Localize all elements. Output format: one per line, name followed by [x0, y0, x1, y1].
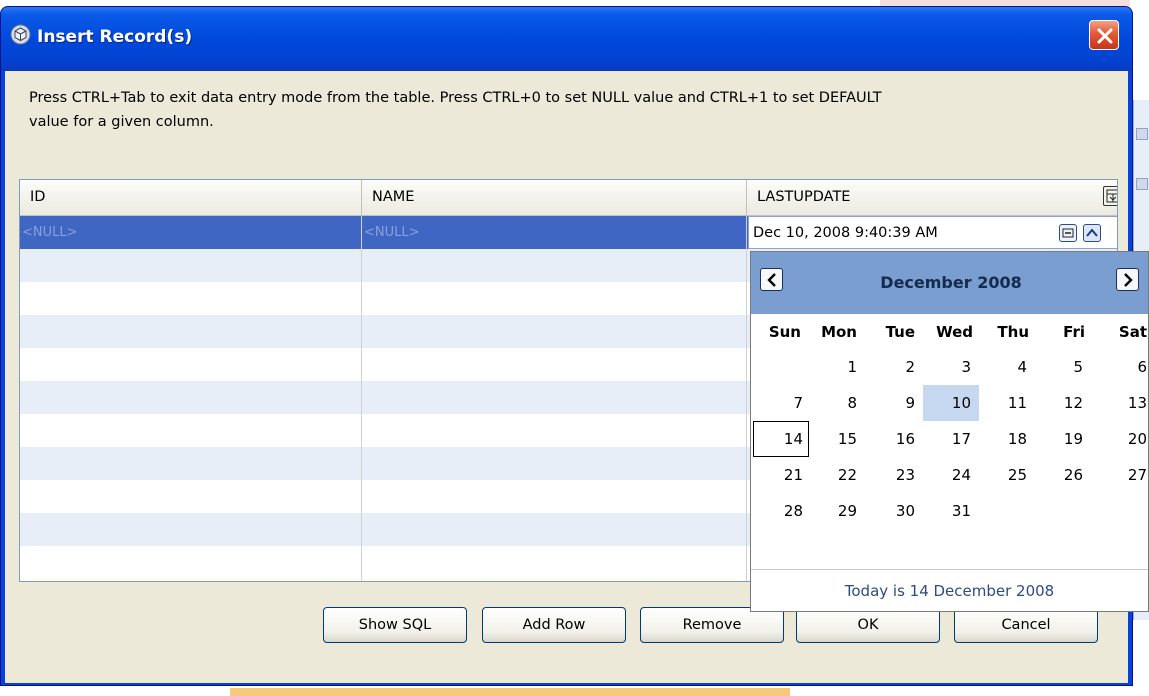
calendar-day[interactable]: 22 — [809, 457, 857, 493]
calendar-day[interactable]: 26 — [1035, 457, 1083, 493]
lastupdate-date-editor[interactable]: Dec 10, 2008 9:40:39 AM — [748, 216, 1117, 250]
background-cell — [1136, 128, 1148, 140]
calendar-day[interactable]: 3 — [923, 349, 971, 385]
calendar-day[interactable]: 12 — [1035, 385, 1083, 421]
calendar-day[interactable]: 23 — [867, 457, 915, 493]
calendar-day[interactable]: 4 — [979, 349, 1027, 385]
close-icon — [1097, 28, 1113, 44]
instruction-line: value for a given column. — [29, 114, 214, 130]
database-cube-icon — [10, 24, 31, 45]
minus-box-icon — [1062, 228, 1074, 238]
calendar-day[interactable]: 17 — [923, 421, 971, 457]
column-header-name[interactable]: NAME — [362, 180, 747, 215]
calendar-day[interactable]: 9 — [867, 385, 915, 421]
add-row-button[interactable]: Add Row — [482, 607, 626, 643]
background-taskbar-edge — [230, 688, 790, 696]
weekday-label: Sun — [768, 323, 801, 341]
column-chooser-icon — [1106, 189, 1117, 203]
close-button[interactable] — [1089, 20, 1119, 50]
calendar-day-today[interactable]: 14 — [753, 421, 803, 457]
column-divider — [361, 216, 362, 581]
column-options-button[interactable] — [1103, 186, 1117, 206]
background-cell — [1136, 178, 1148, 190]
calendar-day[interactable]: 13 — [1091, 385, 1147, 421]
calendar-day[interactable]: 1 — [809, 349, 857, 385]
calendar-day[interactable]: 15 — [809, 421, 857, 457]
calendar-day[interactable]: 31 — [923, 493, 971, 529]
calendar-day[interactable]: 5 — [1035, 349, 1083, 385]
calendar-day[interactable]: 29 — [809, 493, 857, 529]
chevron-left-icon — [767, 273, 776, 287]
table-header: ID NAME LASTUPDATE — [20, 180, 1117, 216]
show-sql-button[interactable]: Show SQL — [323, 607, 467, 643]
calendar-day[interactable]: 30 — [867, 493, 915, 529]
dialog-title: Insert Record(s) — [37, 27, 193, 47]
weekday-label: Sat — [1118, 323, 1147, 341]
set-null-button[interactable] — [1059, 224, 1077, 242]
date-picker-popup: December 2008 Sun Mon Tue Wed Thu Fri Sa… — [750, 251, 1149, 612]
calendar-day[interactable]: 7 — [753, 385, 803, 421]
instruction-text: Press CTRL+Tab to exit data entry mode f… — [29, 86, 1109, 134]
chevron-up-icon — [1086, 228, 1098, 237]
calendar-day[interactable]: 28 — [753, 493, 803, 529]
calendar-day-selected[interactable]: 10 — [923, 385, 971, 421]
calendar-day[interactable]: 8 — [809, 385, 857, 421]
calendar-day[interactable]: 20 — [1091, 421, 1147, 457]
calendar-collapse-button[interactable] — [1083, 224, 1101, 242]
column-header-lastupdate[interactable]: LASTUPDATE — [747, 180, 1103, 215]
calendar-day[interactable]: 21 — [753, 457, 803, 493]
today-link[interactable]: Today is 14 December 2008 — [751, 569, 1148, 612]
calendar-day[interactable]: 2 — [867, 349, 915, 385]
calendar-day[interactable]: 6 — [1091, 349, 1147, 385]
weekday-label: Mon — [821, 323, 857, 341]
remove-button[interactable]: Remove — [640, 607, 784, 643]
calendar-day[interactable]: 24 — [923, 457, 971, 493]
cell-id[interactable]: <NULL> — [20, 216, 362, 249]
column-header-id[interactable]: ID — [20, 180, 362, 215]
instruction-line: Press CTRL+Tab to exit data entry mode f… — [29, 90, 882, 106]
previous-month-button[interactable] — [760, 268, 783, 291]
weekday-label: Tue — [885, 323, 915, 341]
calendar-day[interactable]: 16 — [867, 421, 915, 457]
cell-name[interactable]: <NULL> — [362, 216, 747, 249]
weekday-label: Fri — [1063, 323, 1085, 341]
calendar-header: December 2008 — [751, 252, 1148, 314]
title-bar[interactable]: Insert Record(s) — [1, 7, 1132, 71]
weekday-label: Wed — [936, 323, 973, 341]
weekday-label: Thu — [997, 323, 1029, 341]
calendar-day[interactable]: 18 — [979, 421, 1027, 457]
calendar-day[interactable]: 27 — [1091, 457, 1147, 493]
next-month-button[interactable] — [1116, 268, 1139, 291]
calendar-day[interactable]: 11 — [979, 385, 1027, 421]
calendar-day[interactable]: 19 — [1035, 421, 1083, 457]
calendar-day[interactable]: 25 — [979, 457, 1027, 493]
calendar-month-label: December 2008 — [880, 273, 1022, 292]
column-divider — [746, 216, 747, 581]
lastupdate-value[interactable]: Dec 10, 2008 9:40:39 AM — [753, 217, 938, 250]
chevron-right-icon — [1124, 273, 1133, 287]
